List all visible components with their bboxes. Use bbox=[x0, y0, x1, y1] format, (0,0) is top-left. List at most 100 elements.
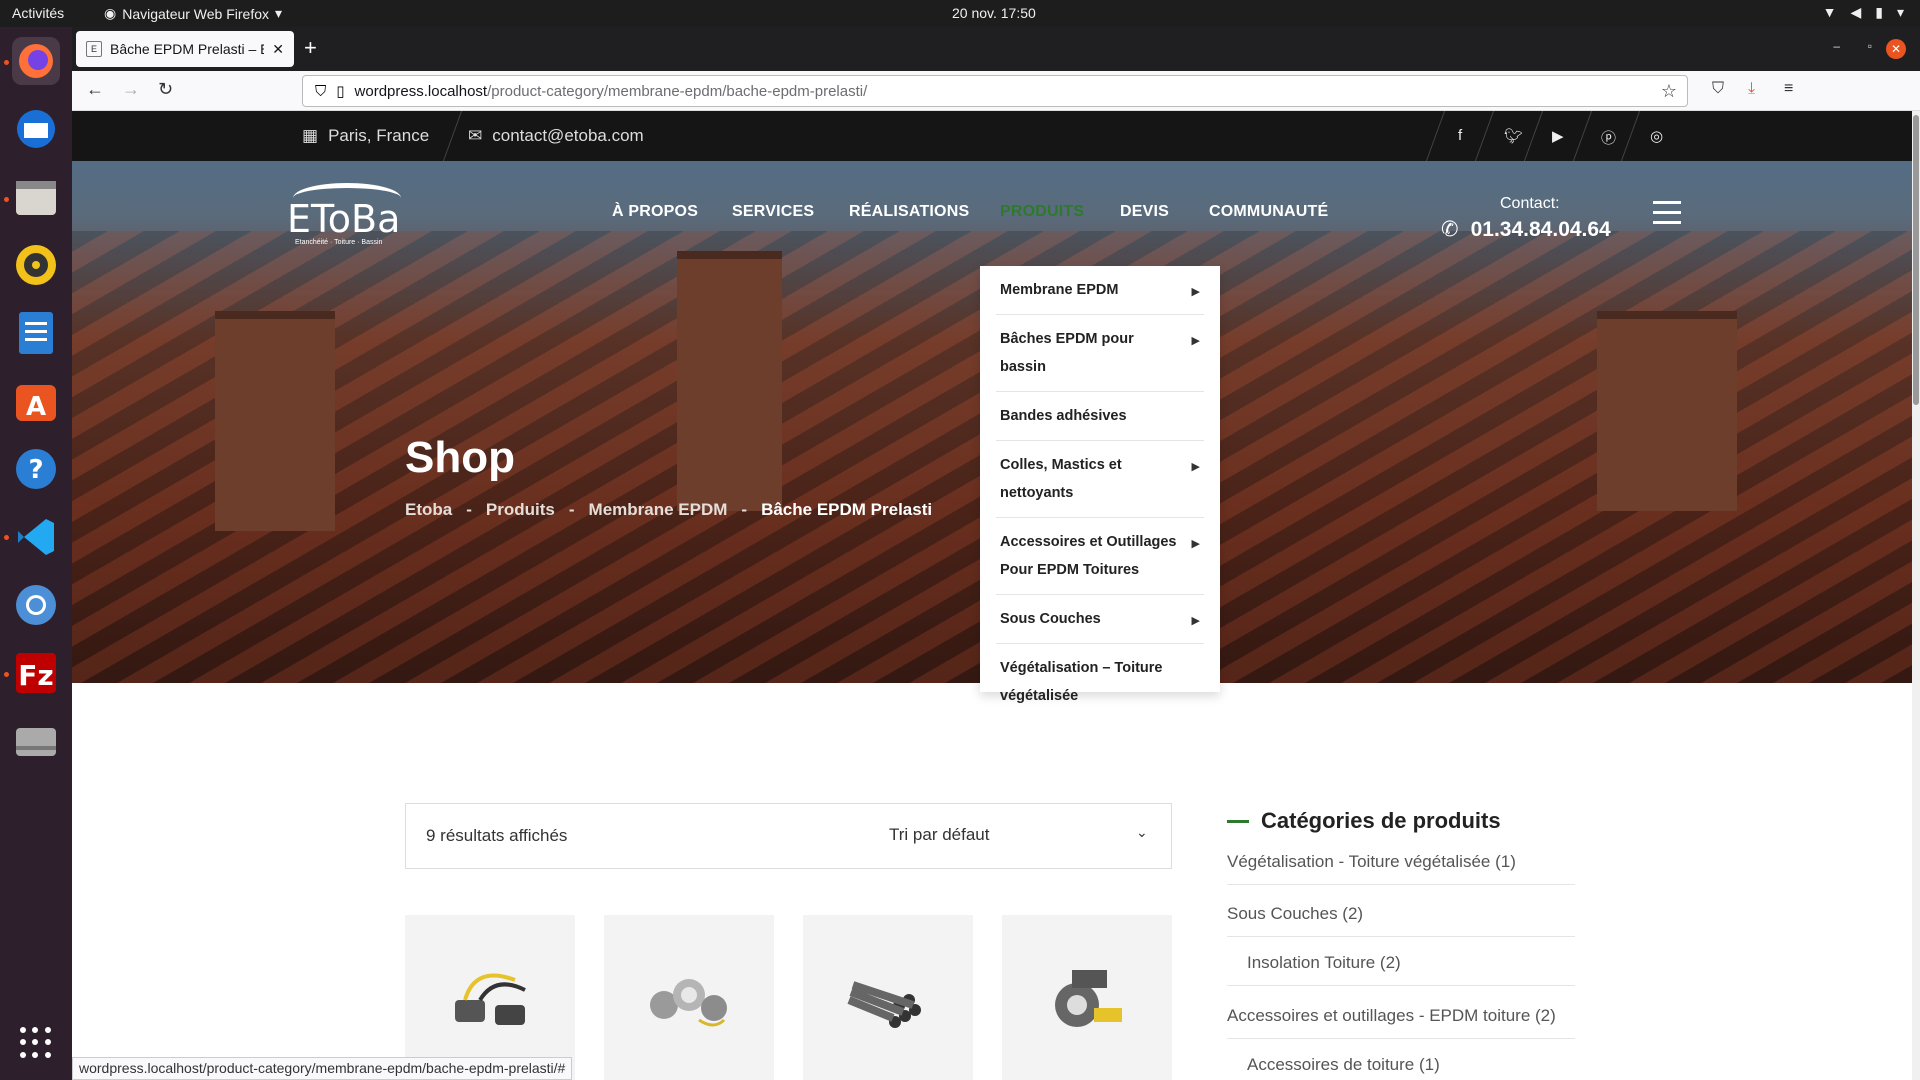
breadcrumb-separator: - bbox=[741, 500, 748, 519]
product-card[interactable] bbox=[604, 915, 774, 1080]
filezilla-icon[interactable]: Fz bbox=[12, 649, 60, 697]
chevron-down-icon[interactable]: ⌄ bbox=[1136, 824, 1148, 841]
rhythmbox-icon[interactable] bbox=[12, 241, 60, 289]
dock: A ? Fz bbox=[0, 27, 72, 1080]
downloads-icon[interactable]: ⤓ bbox=[1748, 80, 1755, 98]
svg-text:Fz: Fz bbox=[18, 659, 53, 692]
top-info-bar: ▦ Paris, France ✉ contact@etoba.com f 🐦︎ ▶… bbox=[72, 111, 1912, 161]
breadcrumb-home[interactable]: Etoba bbox=[405, 500, 452, 520]
phone-icon: ✆ bbox=[1441, 218, 1459, 241]
nav-produits[interactable]: PRODUITS bbox=[1000, 203, 1084, 221]
reload-icon[interactable]: ↻ bbox=[158, 79, 173, 100]
breadcrumb-produits[interactable]: Produits bbox=[486, 500, 555, 520]
nav-a-propos[interactable]: À PROPOS bbox=[612, 203, 698, 221]
contact-phone[interactable]: ✆ 01.34.84.04.64 bbox=[1441, 217, 1611, 242]
dropdown-item-sous-couches[interactable]: Sous Couches ▶ bbox=[996, 595, 1204, 644]
minimize-icon[interactable]: – bbox=[1833, 39, 1840, 53]
page-icon: ▯ bbox=[336, 83, 345, 100]
back-icon[interactable]: ← bbox=[86, 79, 104, 100]
product-card[interactable] bbox=[405, 915, 575, 1080]
svg-text:?: ? bbox=[28, 455, 43, 485]
thunderbird-icon[interactable] bbox=[12, 105, 60, 153]
scroll-thumb[interactable] bbox=[1913, 115, 1919, 405]
help-icon[interactable]: ? bbox=[12, 445, 60, 493]
tab-active[interactable]: E Bâche EPDM Prelasti – Et ✕ bbox=[76, 31, 294, 67]
breadcrumb-membrane[interactable]: Membrane EPDM bbox=[589, 500, 728, 520]
steel-tubes-image bbox=[847, 981, 921, 1028]
divider bbox=[1572, 111, 1593, 161]
firefox-small-icon: ◉ bbox=[104, 5, 117, 21]
maximize-icon[interactable]: ▫ bbox=[1868, 39, 1872, 53]
dropdown-item-membrane[interactable]: Membrane EPDM ▶ bbox=[996, 266, 1204, 315]
running-indicator bbox=[4, 535, 9, 540]
facebook-icon[interactable]: f bbox=[1458, 127, 1462, 144]
torque-wrench-image bbox=[1055, 970, 1122, 1027]
running-indicator bbox=[4, 672, 9, 677]
nav-services[interactable]: SERVICES bbox=[732, 203, 814, 221]
sort-select[interactable]: Tri par défaut bbox=[889, 825, 989, 845]
tab-title: Bâche EPDM Prelasti – Et bbox=[110, 41, 265, 57]
sidebar-heading: Catégories de produits bbox=[1227, 808, 1501, 834]
hydraulic-wrench-image bbox=[455, 973, 526, 1025]
dropdown-label: Membrane EPDM bbox=[1000, 282, 1119, 298]
pocket-icon[interactable]: ⛉ bbox=[1712, 80, 1724, 98]
writer-icon[interactable] bbox=[12, 309, 60, 357]
product-card[interactable] bbox=[803, 915, 973, 1080]
nav-communaute[interactable]: COMMUNAUTÉ bbox=[1209, 203, 1328, 221]
shield-icon[interactable]: ⛉ bbox=[315, 83, 326, 100]
app-menu[interactable]: ◉ Navigateur Web Firefox ▾ bbox=[104, 5, 282, 22]
dropdown-item-baches[interactable]: Bâches EPDM pour bassin ▶ bbox=[996, 315, 1204, 392]
youtube-icon[interactable]: ▶ bbox=[1552, 127, 1564, 145]
new-tab-button[interactable]: + bbox=[304, 35, 317, 61]
dropdown-item-vegetalisation[interactable]: Végétalisation – Toiture végétalisée bbox=[996, 644, 1204, 720]
nav-realisations[interactable]: RÉALISATIONS bbox=[849, 203, 969, 221]
category-item[interactable]: Accessoires et outillages - EPDM toiture… bbox=[1227, 1006, 1575, 1039]
nav-devis[interactable]: DEVIS bbox=[1120, 203, 1169, 221]
url-host: wordpress.localhost bbox=[354, 82, 488, 100]
location-text: Paris, France bbox=[328, 126, 430, 145]
dropdown-label: Accessoires et Outillages Pour EPDM Toit… bbox=[1000, 534, 1177, 578]
envelope-icon: ✉ bbox=[468, 126, 483, 145]
dropdown-item-accessoires[interactable]: Accessoires et Outillages Pour EPDM Toit… bbox=[996, 518, 1204, 595]
pinterest-icon[interactable]: ⓟ bbox=[1601, 127, 1616, 148]
show-apps-icon[interactable] bbox=[20, 1027, 52, 1059]
forward-icon[interactable]: → bbox=[122, 79, 140, 100]
close-tab-icon[interactable]: ✕ bbox=[272, 41, 284, 58]
firefox-icon[interactable] bbox=[12, 37, 60, 85]
running-indicator bbox=[4, 197, 9, 202]
instagram-icon[interactable]: ◎ bbox=[1650, 127, 1663, 145]
site-logo[interactable]: EToBa Etanchéité · Toiture · Bassin bbox=[287, 183, 402, 246]
wifi-icon: ▼ bbox=[1822, 4, 1837, 20]
menu-icon[interactable]: ≡ bbox=[1784, 80, 1793, 98]
divider bbox=[1523, 111, 1544, 161]
hamburger-menu-icon[interactable] bbox=[1653, 201, 1681, 231]
drive-icon[interactable] bbox=[12, 717, 60, 765]
files-icon[interactable] bbox=[12, 173, 60, 221]
chromium-icon[interactable] bbox=[12, 581, 60, 629]
category-child-item[interactable]: Accessoires de toiture (1) bbox=[1227, 1055, 1575, 1080]
page-title: Shop bbox=[405, 433, 515, 482]
app-center-icon[interactable]: A bbox=[12, 377, 60, 425]
dropdown-item-colles[interactable]: Colles, Mastics et nettoyants ▶ bbox=[996, 441, 1204, 518]
page-scrollbar[interactable] bbox=[1912, 111, 1920, 1080]
category-child-item[interactable]: Insolation Toiture (2) bbox=[1227, 953, 1575, 986]
dropdown-label: Végétalisation – Toiture végétalisée bbox=[1000, 660, 1163, 704]
caret-right-icon: ▶ bbox=[1191, 538, 1200, 550]
dropdown-item-bandes[interactable]: Bandes adhésives bbox=[996, 392, 1204, 441]
product-card[interactable] bbox=[1002, 915, 1172, 1080]
email-item[interactable]: ✉ contact@etoba.com bbox=[468, 126, 644, 146]
category-item[interactable]: Sous Couches (2) bbox=[1227, 904, 1575, 937]
clock[interactable]: 20 nov. 17:50 bbox=[952, 5, 1036, 21]
close-window-icon[interactable]: ✕ bbox=[1886, 39, 1906, 59]
app-name: Navigateur Web Firefox bbox=[122, 5, 270, 22]
category-item[interactable]: Végétalisation - Toiture végétalisée (1) bbox=[1227, 852, 1575, 885]
caret-right-icon: ▶ bbox=[1191, 461, 1200, 473]
bookmark-star-icon[interactable]: ☆ bbox=[1661, 81, 1677, 102]
url-bar[interactable]: ⛉ ▯ wordpress.localhost/product-category… bbox=[302, 75, 1688, 107]
activities-button[interactable]: Activités bbox=[12, 5, 64, 21]
phone-number: 01.34.84.04.64 bbox=[1470, 217, 1611, 241]
chevron-down-icon: ▾ bbox=[275, 5, 283, 21]
system-tray[interactable]: ▼ ◀ ▮ ▾ bbox=[1823, 4, 1904, 21]
vscode-icon[interactable] bbox=[12, 513, 60, 561]
twitter-icon[interactable]: 🐦︎ bbox=[1504, 127, 1523, 145]
